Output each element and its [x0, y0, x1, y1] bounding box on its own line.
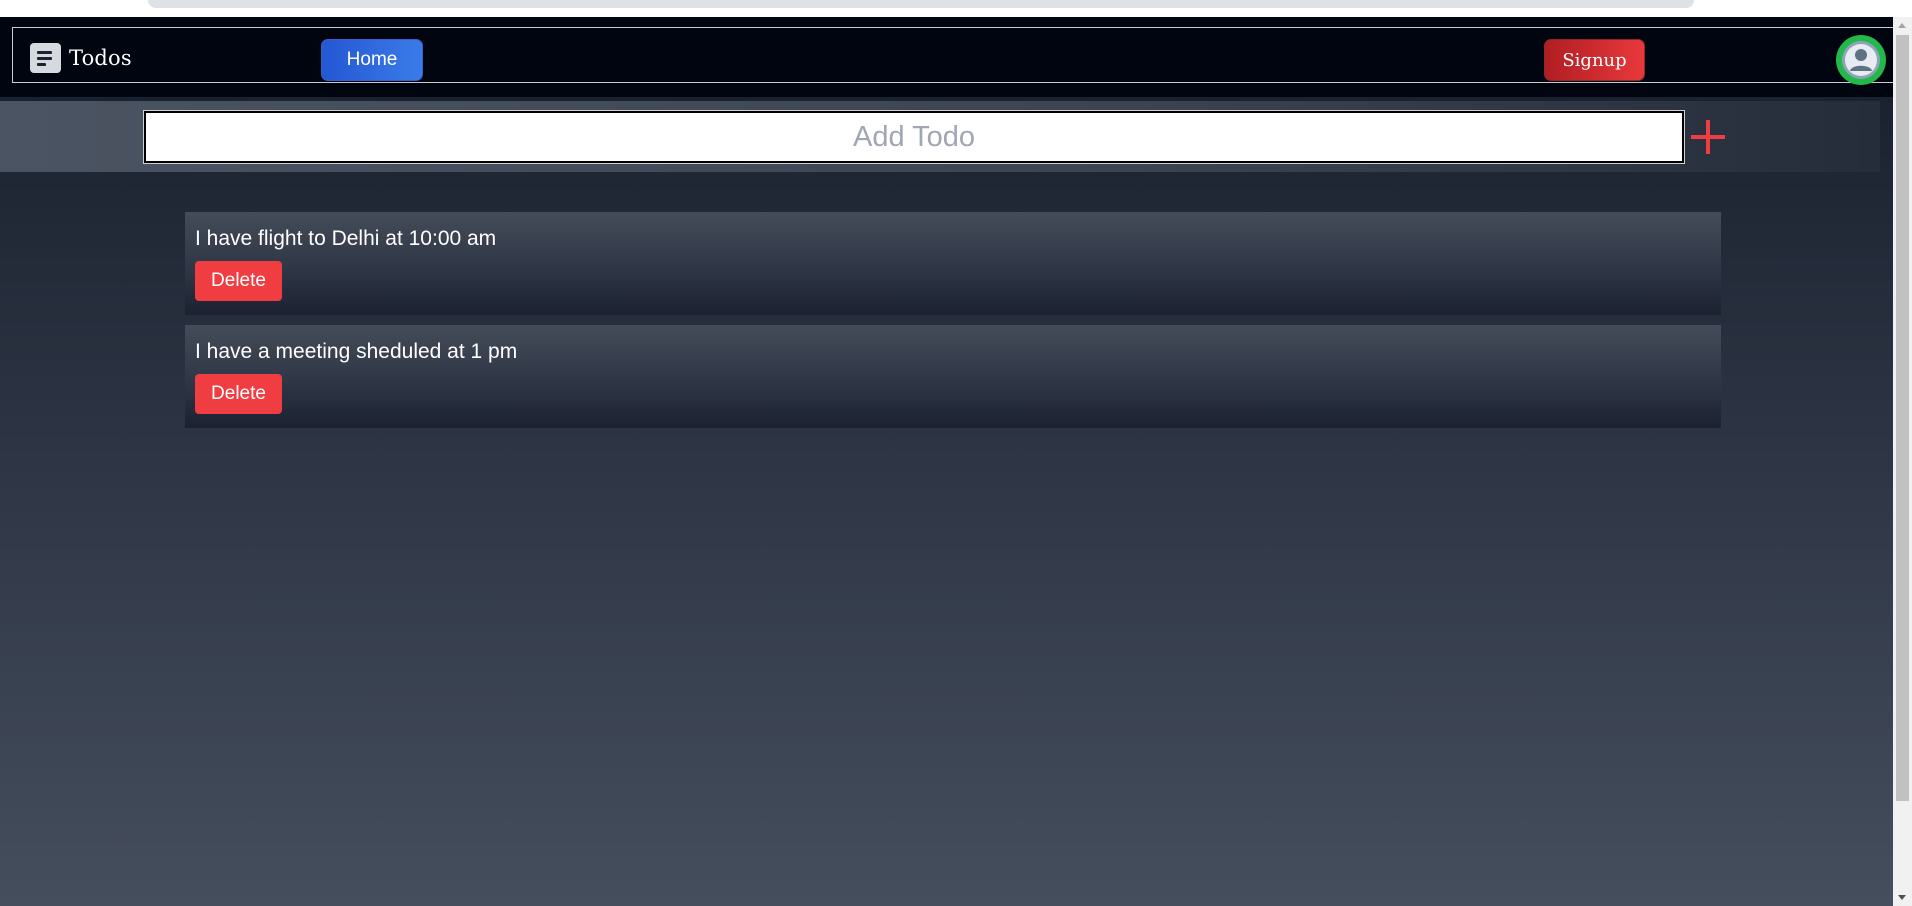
home-button[interactable]: Home: [321, 39, 423, 81]
todo-text: I have flight to Delhi at 10:00 am: [195, 227, 497, 250]
browser-address-pill: [148, 0, 1694, 8]
todo-list: I have flight to Delhi at 10:00 am Delet…: [185, 212, 1721, 438]
browser-top-strip: [0, 0, 1912, 17]
todo-item: I have flight to Delhi at 10:00 am Delet…: [185, 212, 1721, 315]
delete-button[interactable]: Delete: [195, 374, 282, 414]
scroll-down-arrow-icon[interactable]: [1898, 895, 1906, 900]
avatar[interactable]: [1836, 35, 1886, 85]
todo-text: I have a meeting sheduled at 1 pm: [195, 340, 518, 363]
vertical-scrollbar[interactable]: [1893, 17, 1912, 906]
todo-item: I have a meeting sheduled at 1 pm Delete: [185, 325, 1721, 428]
scroll-up-arrow-icon[interactable]: [1898, 23, 1906, 28]
add-todo-bar: [0, 101, 1880, 172]
delete-button[interactable]: Delete: [195, 261, 282, 301]
navbar: Todos Home Signup: [0, 17, 1893, 97]
notes-icon: [30, 43, 61, 73]
scroll-thumb[interactable]: [1896, 35, 1909, 801]
signup-button[interactable]: Signup: [1544, 39, 1645, 81]
user-icon: [1842, 41, 1880, 79]
add-todo-button[interactable]: [1688, 115, 1728, 159]
add-todo-input[interactable]: [143, 110, 1685, 164]
brand[interactable]: Todos: [30, 42, 132, 74]
brand-label: Todos: [69, 46, 132, 70]
plus-icon: [1691, 120, 1725, 154]
